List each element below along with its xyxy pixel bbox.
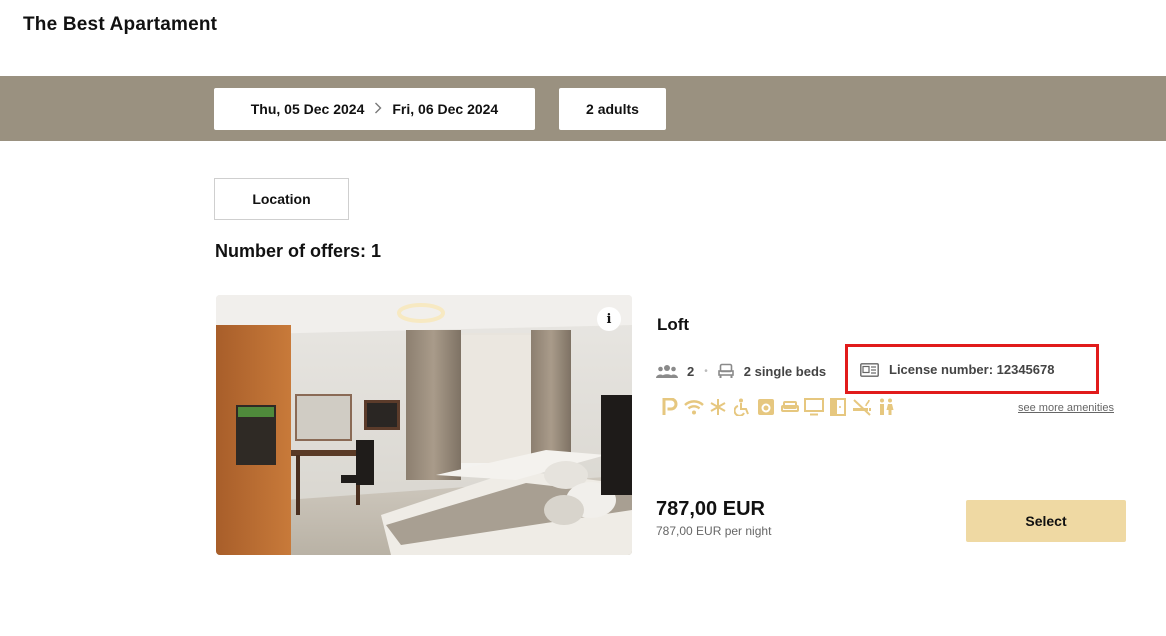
- room-photo-image: [216, 295, 632, 555]
- wifi-icon: [684, 397, 704, 417]
- select-button[interactable]: Select: [966, 500, 1126, 542]
- capacity-value: 2: [687, 363, 695, 379]
- info-button[interactable]: i: [597, 307, 621, 331]
- room-photo[interactable]: [216, 295, 632, 555]
- site-title: The Best Apartament: [23, 14, 218, 35]
- separator-dot: •: [704, 365, 708, 377]
- see-more-amenities-link[interactable]: see more amenities: [1018, 402, 1114, 414]
- wheelchair-icon: [732, 397, 752, 417]
- wardrobe-icon: [828, 397, 848, 417]
- sofa-icon: [780, 397, 800, 417]
- license-number: License number: 12345678: [889, 362, 1055, 377]
- no-smoking-icon: [852, 397, 872, 417]
- bed-icon: [717, 363, 734, 379]
- location-button[interactable]: Location: [214, 178, 349, 220]
- guests-selector[interactable]: 2 adults: [559, 88, 666, 130]
- air-conditioning-icon: [708, 397, 728, 417]
- search-band: Thu, 05 Dec 2024 Fri, 06 Dec 2024 2 adul…: [0, 76, 1166, 141]
- license-card-icon: [860, 362, 879, 377]
- room-name: Loft: [657, 315, 690, 334]
- check-in-date: Thu, 05 Dec 2024: [250, 101, 365, 117]
- date-range-selector[interactable]: Thu, 05 Dec 2024 Fri, 06 Dec 2024: [214, 88, 535, 130]
- price-per-night: 787,00 EUR per night: [656, 524, 772, 538]
- check-out-date: Fri, 06 Dec 2024: [392, 101, 499, 117]
- users-icon: [656, 364, 678, 378]
- chevron-right-icon: [374, 102, 382, 117]
- offers-count: Number of offers: 1: [215, 241, 382, 261]
- price-total: 787,00 EUR: [656, 498, 765, 520]
- toilet-icon: [876, 397, 896, 417]
- beds-label: 2 single beds: [743, 363, 827, 379]
- tv-icon: [804, 397, 824, 417]
- amenities-list: [660, 397, 896, 417]
- guests-label: 2 adults: [586, 101, 639, 117]
- license-info: License number: 12345678: [860, 362, 1054, 377]
- room-meta: 2 • 2 single beds: [656, 360, 826, 382]
- washing-machine-icon: [756, 397, 776, 417]
- parking-icon: [660, 397, 680, 417]
